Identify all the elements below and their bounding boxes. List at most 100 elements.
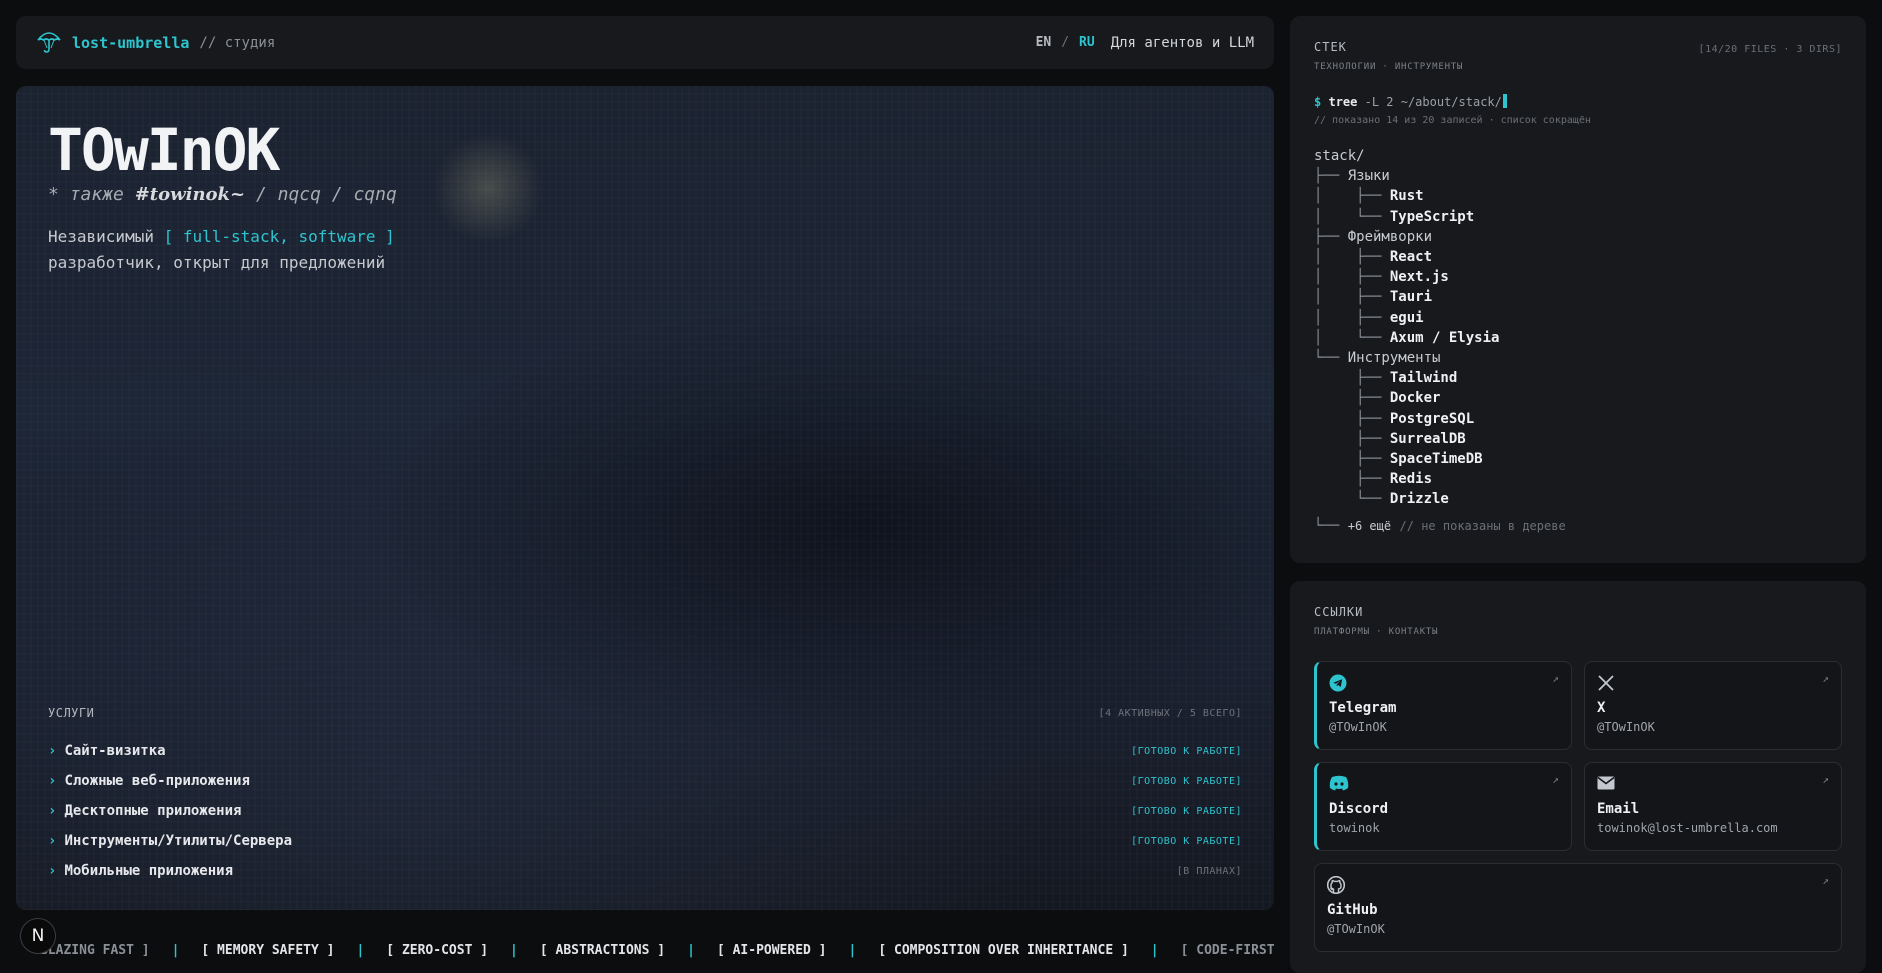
link-card-email[interactable]: Email towinok@lost-umbrella.com ↗ [1584, 762, 1842, 851]
tree-dir: ├── Фреймворки [1314, 228, 1433, 245]
link-handle: @TOwInOK [1327, 922, 1385, 936]
tree-dir-label: Языки [1347, 168, 1390, 185]
agents-llm-link[interactable]: Для агентов и LLM [1111, 35, 1254, 51]
tree-file: │ └── TypeScript [1314, 208, 1475, 225]
ticker-separator: | [171, 942, 180, 958]
top-bar: lost-umbrella // студия EN / RU Для аген… [16, 16, 1274, 69]
service-name: Сложные веб-приложения [64, 773, 250, 789]
links-title: ССЫЛКИ [1314, 605, 1364, 619]
x-icon [1597, 674, 1829, 692]
terminal-cursor [1502, 94, 1507, 108]
service-item[interactable]: › Десктопные приложения [ГОТОВО К РАБОТЕ] [48, 796, 1242, 826]
shell-prompt: $ [1314, 95, 1322, 109]
tree-file-label: Axum / Elysia [1389, 329, 1500, 346]
links-grid: Telegram @TOwInOK ↗ X @TOwInOK ↗ Discord… [1314, 661, 1842, 952]
service-item[interactable]: › Мобильные приложения [В ПЛАНАХ] [48, 856, 1242, 886]
service-item[interactable]: › Сайт-визитка [ГОТОВО К РАБОТЕ] [48, 736, 1242, 766]
chevron-right-icon: › [48, 803, 57, 819]
hero-title: TOwInOK [48, 116, 280, 184]
link-name: Telegram [1329, 700, 1397, 716]
ticker-item: BLAZING FAST ] [40, 942, 150, 958]
brand-name: lost-umbrella [72, 33, 190, 52]
tree-file: └── Drizzle [1314, 491, 1449, 508]
tree-file-label: Docker [1389, 390, 1441, 407]
tree-file-label: Rust [1389, 188, 1424, 205]
tree-file: ├── Redis [1314, 471, 1433, 488]
tree-file-label: Tauri [1389, 289, 1433, 306]
ticker-separator: | [687, 942, 695, 958]
links-panel: ССЫЛКИ ПЛАТФОРМЫ · КОНТАКТЫ Telegram @TO… [1290, 581, 1866, 973]
services-count: [4 АКТИВНЫХ / 5 ВСЕГО] [1098, 707, 1242, 719]
service-status: [ГОТОВО К РАБОТЕ] [1131, 805, 1242, 817]
lang-ru-button[interactable]: RU [1079, 35, 1095, 50]
tree-file: ├── Docker [1314, 390, 1441, 407]
github-icon [1326, 875, 1829, 895]
stack-tree: stack/ ├── Языки │ ├── Rust │ └── TypeSc… [1314, 146, 1842, 536]
aka-rest: / nqcq / cqnq [255, 184, 397, 205]
tree-file-label: SpaceTimeDB [1389, 451, 1483, 468]
service-name: Инструменты/Утилиты/Сервера [64, 833, 293, 849]
link-card-telegram[interactable]: Telegram @TOwInOK ↗ [1314, 661, 1572, 750]
link-card-x[interactable]: X @TOwInOK ↗ [1584, 661, 1842, 750]
external-link-icon: ↗ [1822, 672, 1829, 685]
ticker-item: [ ABSTRACTIONS ] [539, 942, 666, 958]
lang-en-button[interactable]: EN [1036, 35, 1052, 50]
tree-command: $ tree -L 2 ~/about/stack/ [1314, 94, 1842, 109]
service-item[interactable]: › Сложные веб-приложения [ГОТОВО К РАБОТЕ… [48, 766, 1242, 796]
link-card-github[interactable]: GitHub @TOwInOK ↗ [1314, 863, 1842, 952]
hero-panel: TOwInOK * также #towinok~ / nqcq / cqnq … [16, 86, 1274, 910]
command-args: -L 2 ~/about/stack/ [1364, 95, 1502, 109]
tree-file: │ ├── React [1314, 249, 1433, 266]
service-item[interactable]: › Инструменты/Утилиты/Сервера [ГОТОВО К Р… [48, 826, 1242, 856]
tree-dir-label: Инструменты [1347, 350, 1441, 367]
nextjs-dev-badge[interactable]: N [20, 918, 56, 954]
tree-file: │ ├── Tauri [1314, 289, 1433, 306]
hero-aliases: * также #towinok~ / nqcq / cqnq [48, 184, 397, 205]
external-link-icon: ↗ [1822, 773, 1829, 786]
tree-file-label: TypeScript [1389, 208, 1475, 225]
link-name: Email [1597, 801, 1640, 817]
ticker-item: [ ZERO-COST ] [386, 942, 489, 958]
tree-file: ├── SurrealDB [1314, 430, 1466, 447]
chevron-right-icon: › [48, 833, 57, 849]
link-handle: @TOwInOK [1597, 720, 1655, 734]
tree-file-label: egui [1389, 309, 1424, 326]
mail-icon [1597, 775, 1829, 793]
stack-panel: СТЕК ТЕХНОЛОГИИ · ИНСТРУМЕНТЫ [14/20 FIL… [1290, 16, 1866, 563]
link-handle: @TOwInOK [1329, 720, 1387, 734]
tree-more-note: // не показаны в дереве [1399, 518, 1566, 533]
service-status: [В ПЛАНАХ] [1176, 865, 1242, 877]
link-handle: towinok@lost-umbrella.com [1597, 821, 1778, 835]
command-name: tree [1328, 95, 1358, 109]
tree-file-label: Drizzle [1389, 491, 1449, 508]
aka-prefix: * также [48, 184, 124, 205]
stack-file-count: [14/20 FILES · 3 DIRS] [1698, 44, 1842, 55]
tree-file: │ ├── Next.js [1314, 269, 1449, 286]
services-header: УСЛУГИ [4 АКТИВНЫХ / 5 ВСЕГО] [48, 706, 1242, 720]
service-name: Мобильные приложения [64, 863, 234, 879]
lang-separator: / [1061, 35, 1070, 50]
external-link-icon: ↗ [1552, 672, 1559, 685]
tree-file-label: Redis [1389, 471, 1433, 488]
link-name: GitHub [1327, 902, 1378, 918]
brand-link[interactable]: lost-umbrella // студия [36, 29, 275, 57]
links-subtitle: ПЛАТФОРМЫ · КОНТАКТЫ [1314, 627, 1439, 637]
ticker-item: [ MEMORY SAFETY ] [201, 942, 335, 958]
tree-dir: ├── Языки [1314, 168, 1390, 185]
feature-ticker: BLAZING FAST ] | [ MEMORY SAFETY ] | [ Z… [16, 936, 1274, 964]
command-note: // показано 14 из 20 записей · список со… [1314, 115, 1591, 126]
services-label: УСЛУГИ [48, 706, 95, 720]
link-card-discord[interactable]: Discord towinok ↗ [1314, 762, 1572, 851]
tree-dir-label: Фреймворки [1347, 228, 1433, 245]
chevron-right-icon: › [48, 743, 57, 759]
external-link-icon: ↗ [1552, 773, 1559, 786]
ticker-separator: | [356, 942, 365, 958]
tree-file: ├── SpaceTimeDB [1314, 451, 1483, 468]
umbrella-logo-icon [36, 29, 62, 57]
telegram-icon [1329, 674, 1559, 692]
brand-suffix: // студия [199, 34, 276, 51]
tree-file: ├── PostgreSQL [1314, 410, 1475, 427]
desc-suffix: разработчик, открыт для предложений [48, 253, 386, 272]
tree-file-label: React [1389, 249, 1433, 266]
link-name: X [1597, 700, 1606, 716]
